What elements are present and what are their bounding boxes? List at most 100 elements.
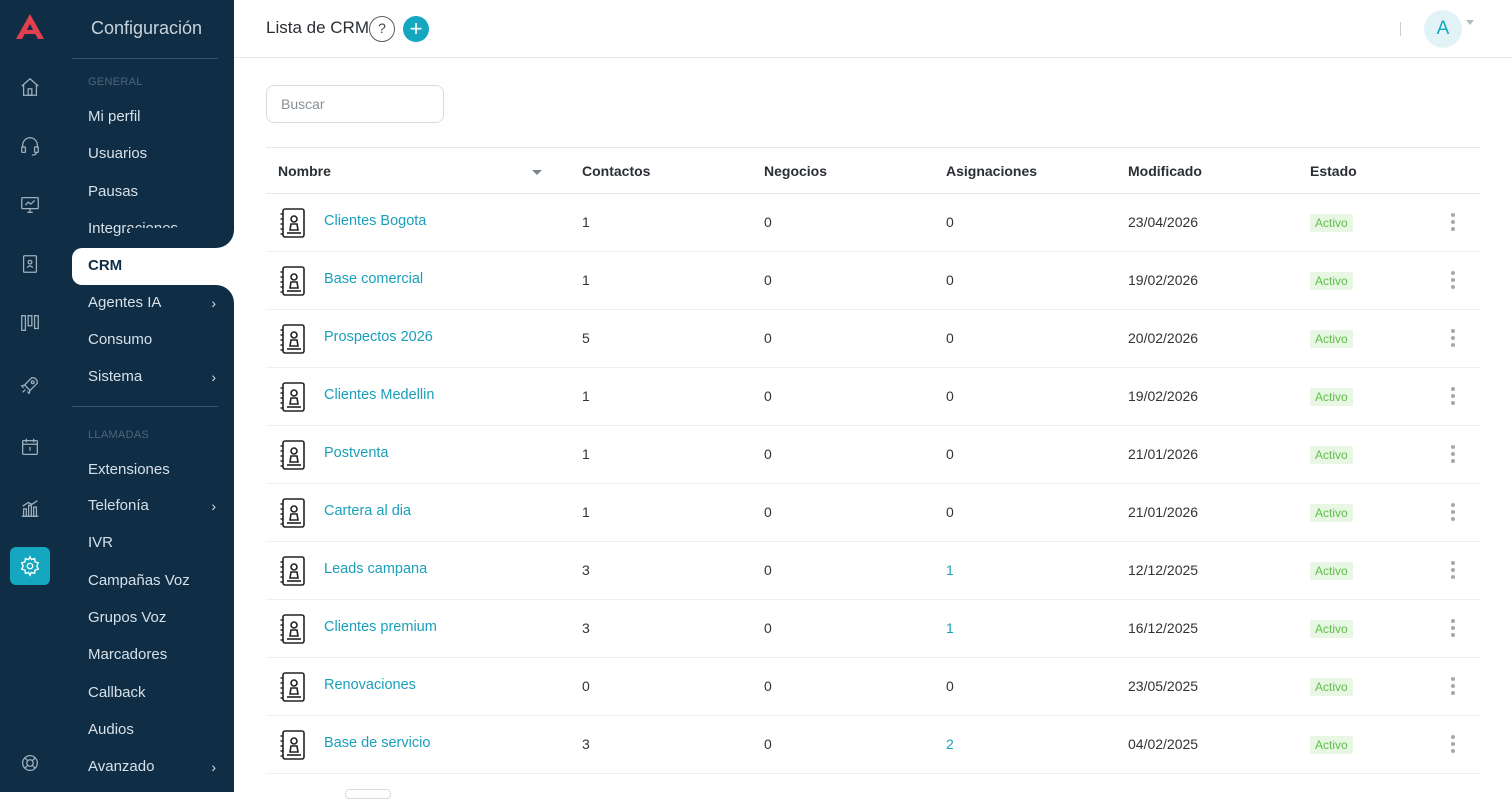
menu-item-mi-perfil[interactable]: Mi perfil — [88, 106, 218, 128]
contacts-count: 0 — [582, 678, 590, 694]
menu-item-telefonia[interactable]: Telefonía › — [88, 495, 218, 517]
crm-name-link[interactable]: Base comercial — [324, 271, 423, 287]
menu-item-label: Campañas Voz — [88, 572, 190, 589]
assignments-count[interactable]: 1 — [946, 620, 954, 636]
table-row[interactable]: Leads campana 3 0 1 12/12/2025 Activo — [266, 542, 1480, 600]
crm-name-link[interactable]: Clientes premium — [324, 619, 437, 635]
crm-table: Nombre Contactos Negocios Asignaciones M… — [266, 147, 1480, 774]
menu-item-audios[interactable]: Audios — [88, 719, 218, 741]
crm-name-link[interactable]: Prospectos 2026 — [324, 329, 433, 345]
assignments-count[interactable]: 1 — [946, 562, 954, 578]
table-row[interactable]: Clientes Medellin 1 0 0 19/02/2026 Activo — [266, 368, 1480, 426]
deals-count: 0 — [764, 678, 772, 694]
more-options-icon[interactable] — [1450, 271, 1456, 289]
assignments-count: 0 — [946, 388, 954, 404]
deals-count: 0 — [764, 736, 772, 752]
caret-down-icon[interactable] — [1466, 20, 1474, 25]
monitor-icon[interactable] — [10, 186, 50, 224]
contact-book-icon — [279, 381, 307, 413]
top-bar: Lista de CRM ? + A — [234, 0, 1512, 58]
menu-item-consumo[interactable]: Consumo — [88, 329, 218, 351]
menu-item-campanas-voz[interactable]: Campañas Voz — [88, 570, 218, 592]
more-options-icon[interactable] — [1450, 213, 1456, 231]
avatar[interactable]: A — [1424, 10, 1462, 48]
column-header-nombre[interactable]: Nombre — [278, 163, 331, 179]
menu-item-extensiones[interactable]: Extensiones — [88, 459, 218, 481]
contacts-book-icon[interactable] — [10, 245, 50, 283]
lifebuoy-icon[interactable] — [10, 744, 50, 782]
more-options-icon[interactable] — [1450, 503, 1456, 521]
brand-logo[interactable] — [14, 12, 46, 42]
sort-down-icon[interactable] — [532, 170, 542, 175]
menu-item-grupos-voz[interactable]: Grupos Voz — [88, 607, 218, 629]
table-row[interactable]: Base de servicio 3 0 2 04/02/2025 Activo — [266, 716, 1480, 774]
menu-item-label: Marcadores — [88, 646, 168, 663]
more-options-icon[interactable] — [1450, 619, 1456, 637]
menu-item-label: Grupos Voz — [88, 609, 167, 626]
contacts-count: 5 — [582, 330, 590, 346]
table-row[interactable]: Renovaciones 0 0 0 23/05/2025 Activo — [266, 658, 1480, 716]
menu-item-avanzado[interactable]: Avanzado › — [88, 756, 218, 778]
rocket-icon[interactable] — [10, 366, 50, 404]
more-options-icon[interactable] — [1450, 329, 1456, 347]
chevron-right-icon: › — [211, 369, 216, 385]
more-options-icon[interactable] — [1450, 445, 1456, 463]
contact-book-icon — [279, 671, 307, 703]
kanban-icon[interactable] — [10, 304, 50, 342]
status-badge: Activo — [1310, 620, 1353, 638]
assignments-count[interactable]: 2 — [946, 736, 954, 752]
menu-item-pausas[interactable]: Pausas — [88, 181, 218, 203]
modified-date: 21/01/2026 — [1128, 504, 1199, 520]
headset-icon[interactable] — [10, 127, 50, 165]
home-icon[interactable] — [10, 68, 50, 106]
bar-chart-icon[interactable] — [10, 489, 50, 527]
menu-item-callback[interactable]: Callback — [88, 682, 218, 704]
table-row[interactable]: Clientes premium 3 0 1 16/12/2025 Activo — [266, 600, 1480, 658]
gear-icon[interactable] — [10, 547, 50, 585]
contact-book-icon — [279, 439, 307, 471]
crm-name-link[interactable]: Cartera al dia — [324, 503, 411, 519]
crm-name-link[interactable]: Leads campana — [324, 561, 427, 577]
modified-date: 16/12/2025 — [1128, 620, 1199, 636]
menu-item-sistema[interactable]: Sistema › — [88, 366, 218, 388]
more-options-icon[interactable] — [1450, 735, 1456, 753]
contact-book-icon — [279, 613, 307, 645]
add-crm-button[interactable]: + — [403, 16, 429, 42]
crm-name-link[interactable]: Base de servicio — [324, 735, 430, 751]
modified-date: 04/02/2025 — [1128, 736, 1199, 752]
more-options-icon[interactable] — [1450, 387, 1456, 405]
menu-item-ivr[interactable]: IVR — [88, 532, 218, 554]
calendar-icon[interactable] — [10, 428, 50, 466]
menu-item-agentes-ia[interactable]: Agentes IA › — [88, 292, 218, 314]
contacts-count: 1 — [582, 214, 590, 230]
more-options-icon[interactable] — [1450, 677, 1456, 695]
crm-name-link[interactable]: Clientes Bogota — [324, 213, 426, 229]
table-body: Clientes Bogota 1 0 0 23/04/2026 Activo Base c… — [266, 194, 1480, 774]
assignments-count: 0 — [946, 272, 954, 288]
deals-count: 0 — [764, 330, 772, 346]
crm-name-link[interactable]: Renovaciones — [324, 677, 416, 693]
menu-item-usuarios[interactable]: Usuarios — [88, 143, 218, 165]
menu-item-label: Pausas — [88, 183, 139, 200]
more-options-icon[interactable] — [1450, 561, 1456, 579]
contacts-count: 3 — [582, 562, 590, 578]
pagination-control[interactable] — [345, 789, 391, 799]
table-row[interactable]: Prospectos 2026 5 0 0 20/02/2026 Activo — [266, 310, 1480, 368]
table-row[interactable]: Cartera al dia 1 0 0 21/01/2026 Activo — [266, 484, 1480, 542]
menu-item-crm[interactable]: CRM — [88, 255, 218, 277]
search-input[interactable] — [266, 85, 444, 123]
table-row[interactable]: Clientes Bogota 1 0 0 23/04/2026 Activo — [266, 194, 1480, 252]
table-row[interactable]: Postventa 1 0 0 21/01/2026 Activo — [266, 426, 1480, 484]
status-badge: Activo — [1310, 388, 1353, 406]
contacts-count: 3 — [582, 620, 590, 636]
chevron-right-icon: › — [211, 295, 216, 311]
deals-count: 0 — [764, 272, 772, 288]
menu-item-marcadores[interactable]: Marcadores — [88, 644, 218, 666]
contact-book-icon — [279, 265, 307, 297]
status-badge: Activo — [1310, 214, 1353, 232]
help-button[interactable]: ? — [369, 16, 395, 42]
crm-name-link[interactable]: Postventa — [324, 445, 389, 461]
table-row[interactable]: Base comercial 1 0 0 19/02/2026 Activo — [266, 252, 1480, 310]
modified-date: 19/02/2026 — [1128, 272, 1199, 288]
crm-name-link[interactable]: Clientes Medellin — [324, 387, 434, 403]
